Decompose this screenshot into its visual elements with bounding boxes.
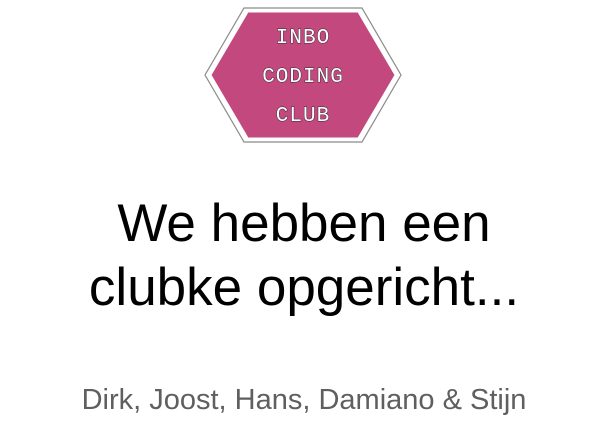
- slide-title-line-1: We hebben een: [117, 194, 491, 253]
- club-logo: INBO CODING CLUB: [202, 6, 404, 144]
- logo-text-inbo: INBO: [275, 27, 331, 50]
- slide-title: We hebben een clubke opgericht...: [0, 192, 608, 320]
- slide-subtitle-authors: Dirk, Joost, Hans, Damiano & Stijn: [81, 384, 527, 416]
- logo-text-coding: CODING: [262, 66, 344, 89]
- logo-text-club: CLUB: [275, 105, 331, 128]
- slide-title-line-2: clubke opgericht...: [88, 258, 520, 317]
